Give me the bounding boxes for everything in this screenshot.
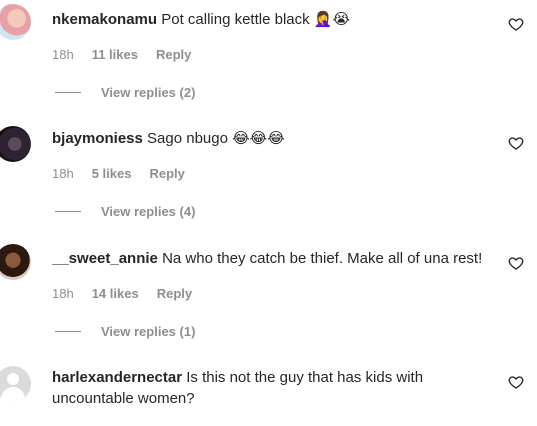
comment-meta: 18h 14 likes Reply — [52, 286, 192, 301]
avatar[interactable] — [0, 126, 31, 162]
avatar[interactable] — [0, 366, 31, 402]
comment-username[interactable]: nkemakonamu — [52, 11, 157, 28]
comment-meta: 18h 5 likes Reply — [52, 166, 185, 181]
like-heart-icon[interactable] — [508, 374, 524, 390]
replies-divider — [55, 331, 81, 332]
comment-username[interactable]: harlexandernectar — [52, 369, 182, 386]
comment-text: harlexandernectar Is this not the guy th… — [52, 367, 472, 409]
avatar[interactable] — [0, 4, 31, 40]
reply-button[interactable]: Reply — [149, 166, 184, 181]
comment-emoji: 😂😂😂 — [232, 129, 285, 147]
comment-likes[interactable]: 5 likes — [92, 166, 132, 181]
comment-body: Sago nbugo — [147, 130, 228, 147]
view-replies-label: View replies (2) — [101, 85, 196, 100]
view-replies-button[interactable]: View replies (1) — [55, 324, 195, 339]
comment-username[interactable]: bjaymoniess — [52, 130, 143, 147]
comment-text: __sweet_annie Na who they catch be thief… — [52, 248, 492, 269]
avatar-placeholder-head — [7, 373, 19, 385]
comment-likes[interactable]: 14 likes — [92, 286, 139, 301]
view-replies-button[interactable]: View replies (2) — [55, 85, 195, 100]
comment-body: Na who they catch be thief. Make all of … — [162, 250, 483, 267]
comment-username[interactable]: __sweet_annie — [52, 250, 158, 267]
comment-likes[interactable]: 11 likes — [92, 47, 138, 62]
comment-text: bjaymoniess Sago nbugo 😂😂😂 — [52, 128, 492, 149]
comment-meta: 18h 11 likes Reply — [52, 47, 191, 62]
view-replies-label: View replies (1) — [101, 324, 196, 339]
comment-time: 18h — [52, 166, 74, 181]
view-replies-label: View replies (4) — [101, 204, 196, 219]
like-heart-icon[interactable] — [508, 255, 524, 271]
view-replies-button[interactable]: View replies (4) — [55, 204, 195, 219]
comment-time: 18h — [52, 286, 74, 301]
comment-emoji: 🤦‍♀️😭 — [313, 10, 351, 28]
avatar-placeholder-body — [1, 387, 25, 402]
replies-divider — [55, 211, 81, 212]
comment-body: Pot calling kettle black — [161, 11, 310, 28]
reply-button[interactable]: Reply — [157, 286, 192, 301]
like-heart-icon[interactable] — [508, 135, 524, 151]
comment-time: 18h — [52, 47, 74, 62]
like-heart-icon[interactable] — [508, 16, 524, 32]
replies-divider — [55, 92, 81, 93]
reply-button[interactable]: Reply — [156, 47, 191, 62]
comment-text: nkemakonamu Pot calling kettle black 🤦‍♀… — [52, 9, 492, 30]
avatar[interactable] — [0, 244, 31, 280]
